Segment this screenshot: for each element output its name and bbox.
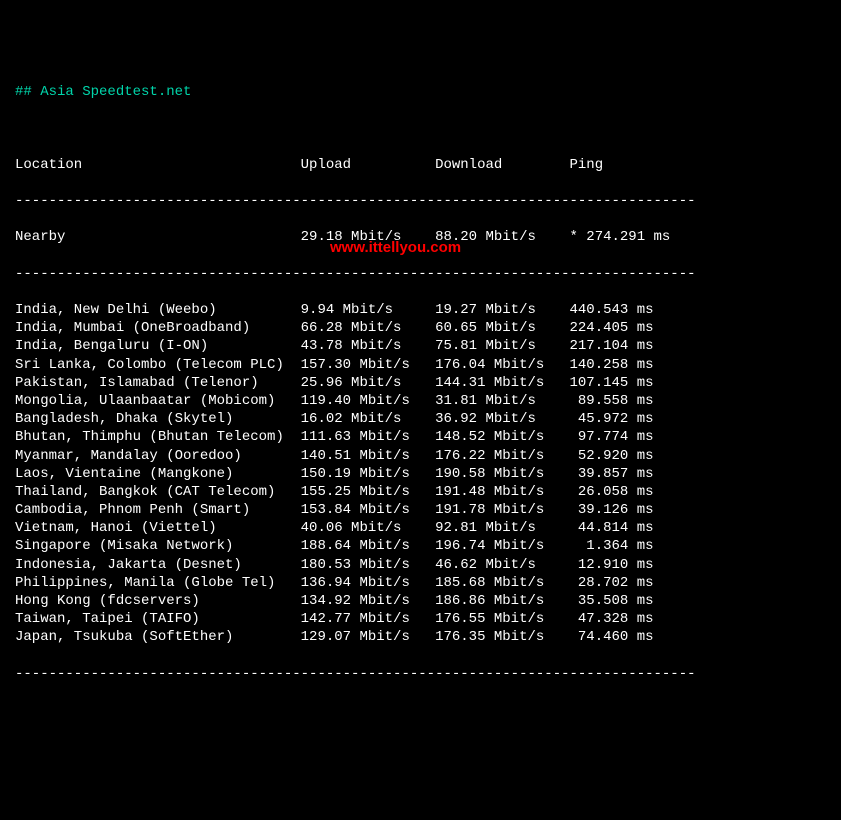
results-body: India, New Delhi (Weebo) 9.94 Mbit/s 19.… (15, 301, 826, 647)
table-row: Bangladesh, Dhaka (Skytel) 16.02 Mbit/s … (15, 410, 826, 428)
table-row: Indonesia, Jakarta (Desnet) 180.53 Mbit/… (15, 556, 826, 574)
table-row: Vietnam, Hanoi (Viettel) 40.06 Mbit/s 92… (15, 519, 826, 537)
table-row: Laos, Vientaine (Mangkone) 150.19 Mbit/s… (15, 465, 826, 483)
table-row: Cambodia, Phnom Penh (Smart) 153.84 Mbit… (15, 501, 826, 519)
separator: ----------------------------------------… (15, 265, 826, 283)
table-row: Bhutan, Thimphu (Bhutan Telecom) 111.63 … (15, 428, 826, 446)
header-row: Location Upload Download Ping (15, 156, 826, 174)
table-row: Myanmar, Mandalay (Ooredoo) 140.51 Mbit/… (15, 447, 826, 465)
table-row: Taiwan, Taipei (TAIFO) 142.77 Mbit/s 176… (15, 610, 826, 628)
table-row: Sri Lanka, Colombo (Telecom PLC) 157.30 … (15, 356, 826, 374)
table-row: India, Mumbai (OneBroadband) 66.28 Mbit/… (15, 319, 826, 337)
table-row: Pakistan, Islamabad (Telenor) 25.96 Mbit… (15, 374, 826, 392)
table-row: India, Bengaluru (I-ON) 43.78 Mbit/s 75.… (15, 337, 826, 355)
separator: ----------------------------------------… (15, 192, 826, 210)
table-row: Thailand, Bangkok (CAT Telecom) 155.25 M… (15, 483, 826, 501)
table-row: Mongolia, Ulaanbaatar (Mobicom) 119.40 M… (15, 392, 826, 410)
nearby-row: Nearby 29.18 Mbit/s 88.20 Mbit/s * 274.2… (15, 228, 826, 246)
table-row: Singapore (Misaka Network) 188.64 Mbit/s… (15, 537, 826, 555)
section-title: ## Asia Speedtest.net (15, 83, 826, 101)
table-row: Japan, Tsukuba (SoftEther) 129.07 Mbit/s… (15, 628, 826, 646)
table-row: Hong Kong (fdcservers) 134.92 Mbit/s 186… (15, 592, 826, 610)
table-row: India, New Delhi (Weebo) 9.94 Mbit/s 19.… (15, 301, 826, 319)
table-row: Philippines, Manila (Globe Tel) 136.94 M… (15, 574, 826, 592)
separator: ----------------------------------------… (15, 665, 826, 683)
